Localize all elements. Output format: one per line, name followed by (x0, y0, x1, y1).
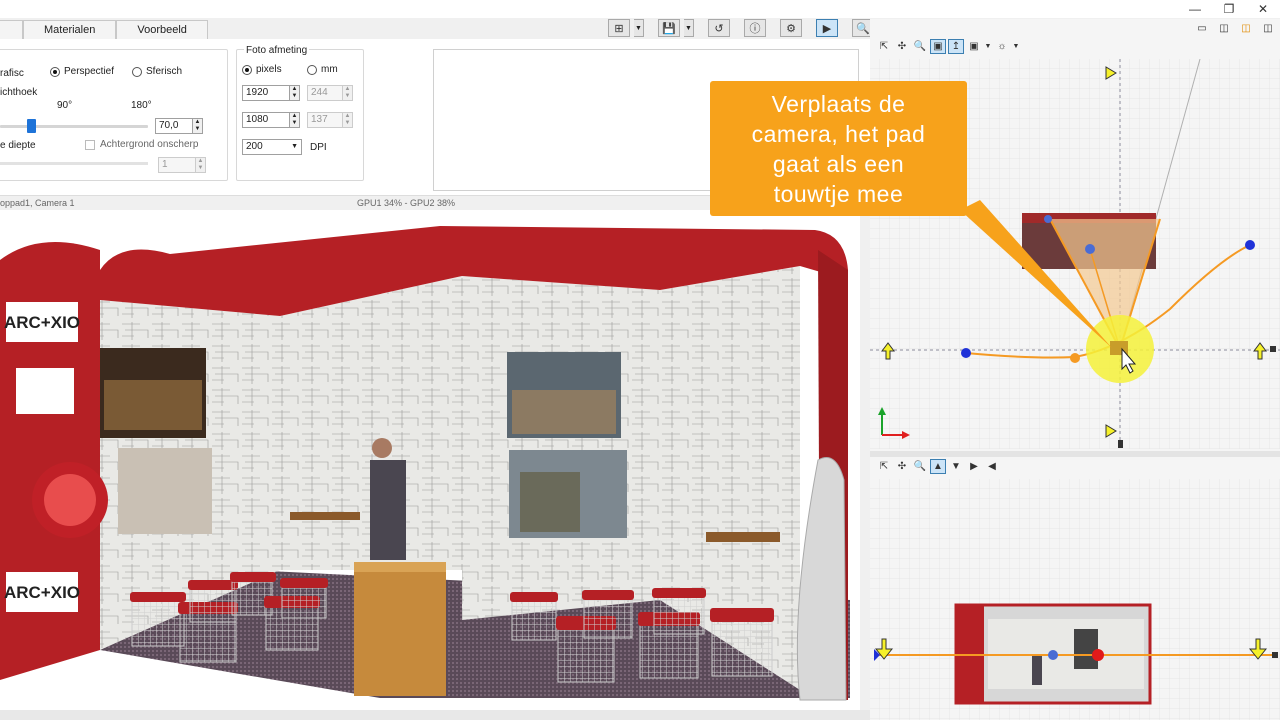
view-down-icon[interactable]: ▼ (948, 459, 964, 474)
camera-path-icon[interactable]: ↺ (708, 19, 730, 37)
dropdown-icon-2[interactable]: ▼ (1012, 39, 1020, 54)
view-splitter[interactable] (870, 451, 1280, 457)
fov-tick-90: 90° (57, 100, 73, 111)
radio-pixels[interactable] (242, 64, 252, 75)
save-icon[interactable]: 💾 (658, 19, 680, 37)
width-mm-input[interactable]: 244 (307, 85, 343, 101)
blur-spinner[interactable]: ▲ ▼ (195, 157, 206, 173)
tutorial-callout: Verplaats de camera, het pad gaat als ee… (710, 81, 967, 216)
layout-split-icon[interactable]: ◫ (1216, 21, 1232, 36)
fov-slider-track[interactable] (0, 125, 148, 128)
tab-strip: Materialen Voorbeeld (0, 20, 208, 40)
sun-icon[interactable]: ☼ (994, 39, 1010, 54)
save-dropdown-icon[interactable]: ▼ (684, 19, 694, 37)
depth-slider-track[interactable] (0, 162, 148, 165)
front-view-toolbar: ⇱ ✣ 🔍 ▲ ▼ ▶ ◀ (876, 459, 1000, 474)
main-toolbar: ⊞ ▼ 💾 ▼ ↺ ⓘ ⚙ ▶ 🔍 (608, 19, 874, 37)
fov-tick-180: 180° (131, 100, 152, 111)
height-px-input[interactable]: 1080 (242, 112, 290, 128)
projection-perspective-radio[interactable]: Perspectief (50, 66, 114, 77)
projection-orthographic[interactable]: rafisc (0, 67, 24, 79)
settings-icon[interactable]: ⚙ (780, 19, 802, 37)
window-title-bar (0, 0, 1280, 18)
zoom-icon-2[interactable]: 🔍 (912, 459, 928, 474)
pan-icon[interactable]: ✣ (894, 39, 910, 54)
view-left-icon[interactable]: ◀ (984, 459, 1000, 474)
width-px-spinner[interactable]: ▲ ▼ (289, 85, 300, 101)
projection-spherical-radio[interactable]: Sferisch (132, 66, 182, 77)
status-gpu: GPU1 34% - GPU2 38% (357, 198, 456, 208)
front-view-canvas[interactable] (870, 479, 1280, 720)
tab-materialen[interactable]: Materialen (23, 20, 117, 40)
tab-voorbeeld[interactable]: Voorbeeld (116, 20, 208, 40)
callout-line-4: touwtje mee (773, 180, 904, 207)
fov-slider-thumb[interactable] (27, 119, 36, 133)
fov-label: ichthoek (0, 87, 38, 98)
callout-line-2: camera, het pad (751, 120, 926, 147)
radio-mm[interactable] (307, 64, 317, 75)
minimize-icon[interactable]: — (1178, 0, 1212, 18)
camera-edit-icon[interactable]: ↥ (948, 39, 964, 54)
export-icon[interactable]: ⊞ (608, 19, 630, 37)
layout-single-icon[interactable]: ▭ (1194, 21, 1210, 36)
fov-spinner[interactable]: ▲ ▼ (192, 118, 203, 134)
zoom-icon[interactable]: 🔍 (912, 39, 928, 54)
layout-columns-icon[interactable]: ◫ (1260, 21, 1276, 36)
depth-label: e diepte (0, 140, 36, 151)
dropdown-icon[interactable]: ▼ (984, 39, 992, 54)
height-mm-input[interactable]: 137 (307, 112, 343, 128)
render-view-icon[interactable]: ▶ (816, 19, 838, 37)
image-icon[interactable]: ▣ (966, 39, 982, 54)
callout-line-1: Verplaats de (771, 90, 906, 117)
photo-size-title: Foto afmeting (244, 45, 310, 56)
restore-icon[interactable]: ❐ (1212, 0, 1246, 18)
layout-switcher: ▭ ◫ ◫ ◫ (1194, 21, 1276, 36)
width-mm-spinner[interactable]: ▲ ▼ (342, 85, 353, 101)
dpi-select[interactable]: 200 ▼ (242, 139, 302, 155)
booth-render: ARC+XIO ARC+XIO (0, 210, 860, 710)
pan-icon-2[interactable]: ✣ (894, 459, 910, 474)
zoom-extents-icon-2[interactable]: ⇱ (876, 459, 892, 474)
fov-value-input[interactable]: 70,0 (155, 118, 193, 134)
export-dropdown-icon[interactable]: ▼ (634, 19, 644, 37)
unit-mm-radio[interactable]: mm (307, 64, 338, 75)
tab-camera[interactable] (0, 20, 23, 40)
radio-spherical[interactable] (132, 66, 142, 77)
blur-checkbox-box[interactable] (85, 139, 95, 150)
window-controls: — ❐ ✕ (1178, 0, 1280, 18)
unit-pixels-radio[interactable]: pixels (242, 64, 282, 75)
top-view-toolbar: ⇱ ✣ 🔍 ▣ ↥ ▣ ▼ ☼ ▼ (876, 39, 1020, 54)
status-camera-path: oppad1, Camera 1 (0, 198, 75, 208)
callout-pointer (960, 200, 1112, 348)
zoom-extents-icon[interactable]: ⇱ (876, 39, 892, 54)
layout-quad-icon[interactable]: ◫ (1238, 21, 1254, 36)
width-px-input[interactable]: 1920 (242, 85, 290, 101)
bottom-bar (0, 710, 870, 720)
view-frame-icon[interactable]: ▣ (930, 39, 946, 54)
view-front-icon[interactable]: ▲ (930, 459, 946, 474)
info-icon[interactable]: ⓘ (744, 19, 766, 37)
height-mm-spinner[interactable]: ▲ ▼ (342, 112, 353, 128)
chevron-down-icon: ▼ (291, 143, 298, 150)
logo-text-bottom: ARC+XIO (4, 583, 80, 602)
logo-text-top: ARC+XIO (4, 313, 80, 332)
radio-perspective[interactable] (50, 66, 60, 77)
blur-value-input[interactable]: 1 (158, 157, 196, 173)
blur-background-checkbox[interactable]: Achtergrond onscherp (85, 139, 198, 150)
callout-line-3: gaat als een (772, 150, 905, 177)
close-icon[interactable]: ✕ (1246, 0, 1280, 18)
view-right-icon[interactable]: ▶ (966, 459, 982, 474)
height-px-spinner[interactable]: ▲ ▼ (289, 112, 300, 128)
render-view[interactable]: ARC+XIO ARC+XIO (0, 210, 860, 710)
dpi-label: DPI (310, 142, 327, 153)
